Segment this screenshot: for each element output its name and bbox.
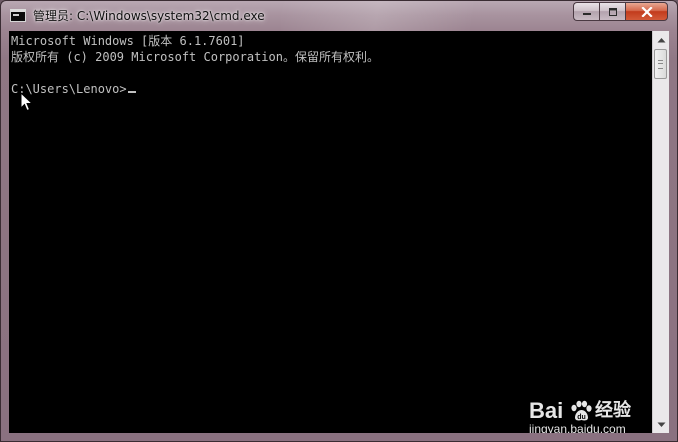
console-output[interactable]: Microsoft Windows [版本 6.1.7601] 版权所有 (c)… [9,31,652,433]
close-button[interactable] [625,2,668,21]
svg-text:du: du [577,414,586,421]
scroll-down-arrow-icon [657,422,665,427]
console-line-version: Microsoft Windows [版本 6.1.7601] [11,34,245,48]
vertical-scrollbar[interactable] [652,31,669,433]
console-line-copyright: 版权所有 (c) 2009 Microsoft Corporation。保留所有… [11,50,379,64]
watermark-brand: Bai [529,398,564,423]
maximize-icon [608,7,617,16]
caption-buttons [573,2,668,21]
cmd-window: 管理员: C:\Windows\system32\cmd.exe Microso… [0,0,678,442]
cmd-icon[interactable] [10,9,26,22]
scroll-thumb[interactable] [654,49,667,79]
minimize-icon [582,12,591,15]
text-cursor [127,91,136,93]
maximize-button[interactable] [599,2,625,21]
scroll-up-arrow-icon [657,37,665,42]
baidu-watermark: Bai du 经验 jingyan.baidu.com [529,398,649,434]
mouse-pointer-icon [20,92,34,112]
watermark-url: jingyan.baidu.com [529,422,626,433]
minimize-button[interactable] [573,2,599,21]
watermark-experience: 经验 [595,400,631,421]
scroll-down-button[interactable] [653,416,669,433]
title-bar[interactable]: 管理员: C:\Windows\system32\cmd.exe [1,1,677,31]
window-title: 管理员: C:\Windows\system32\cmd.exe [33,9,265,23]
scroll-up-button[interactable] [653,31,669,48]
close-icon [640,6,653,17]
baidu-paw-icon: du [571,400,592,421]
